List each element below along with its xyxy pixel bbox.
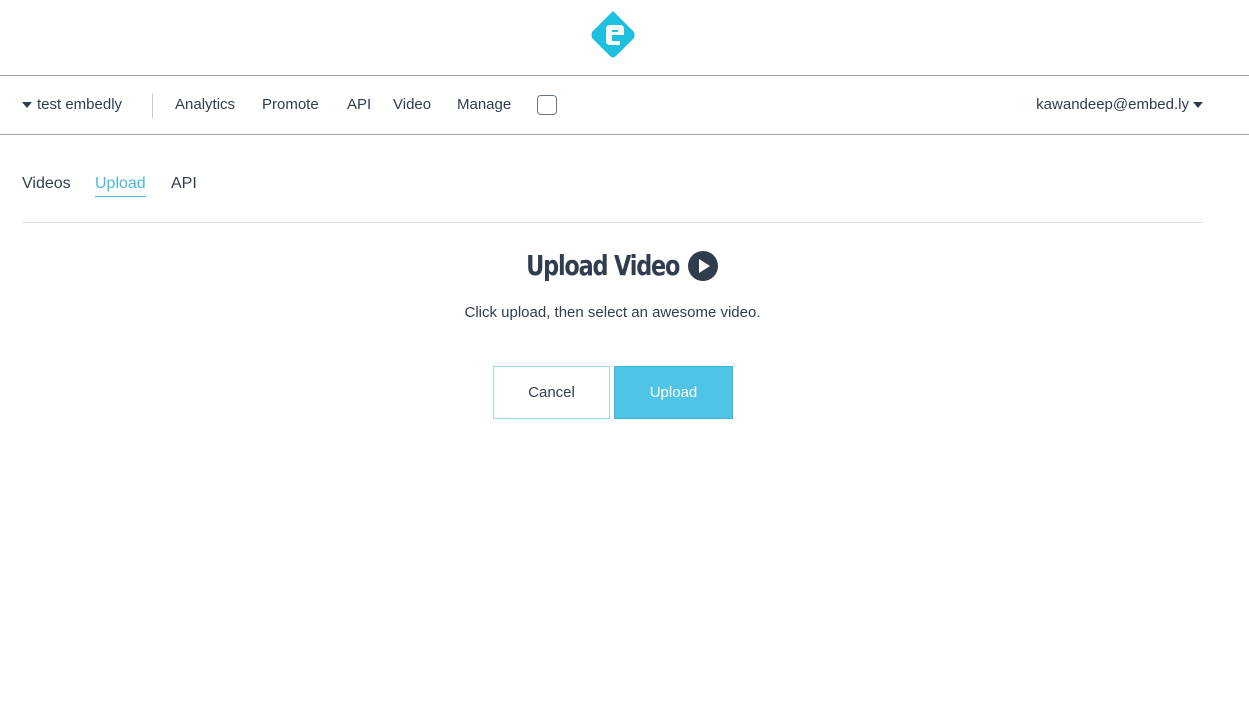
upload-button[interactable]: Upload xyxy=(614,366,733,419)
nav-divider xyxy=(152,93,153,118)
tab-api[interactable]: API xyxy=(171,175,197,196)
main-nav: test embedly Analytics Promote API Video… xyxy=(0,77,1249,135)
nav-item-video[interactable]: Video xyxy=(393,96,431,113)
tab-videos[interactable]: Videos xyxy=(22,175,71,196)
account-name: test embedly xyxy=(37,96,123,113)
nav-item-promote[interactable]: Promote xyxy=(262,96,319,113)
embedly-logo-icon[interactable] xyxy=(591,10,635,60)
play-circle-icon xyxy=(688,250,719,281)
nav-item-api[interactable]: API xyxy=(347,96,371,113)
caret-down-icon xyxy=(1193,101,1203,108)
tab-upload[interactable]: Upload xyxy=(95,175,146,197)
section-divider xyxy=(22,222,1203,223)
nav-item-manage[interactable]: Manage xyxy=(457,96,511,113)
page-subtitle: Click upload, then select an awesome vid… xyxy=(464,304,761,321)
nav-item-analytics[interactable]: Analytics xyxy=(175,96,235,113)
cancel-button[interactable]: Cancel xyxy=(493,366,610,419)
caret-down-icon xyxy=(22,101,32,108)
page-heading: Upload Video xyxy=(0,249,1225,282)
logo-bar xyxy=(0,0,1249,76)
page-title: Upload Video xyxy=(525,249,680,282)
user-email: kawandeep@embed.ly xyxy=(1036,96,1189,113)
account-switcher[interactable]: test embedly xyxy=(22,96,122,113)
user-menu[interactable]: kawandeep@embed.ly xyxy=(1036,96,1203,113)
nav-toggle-box[interactable] xyxy=(537,95,557,115)
